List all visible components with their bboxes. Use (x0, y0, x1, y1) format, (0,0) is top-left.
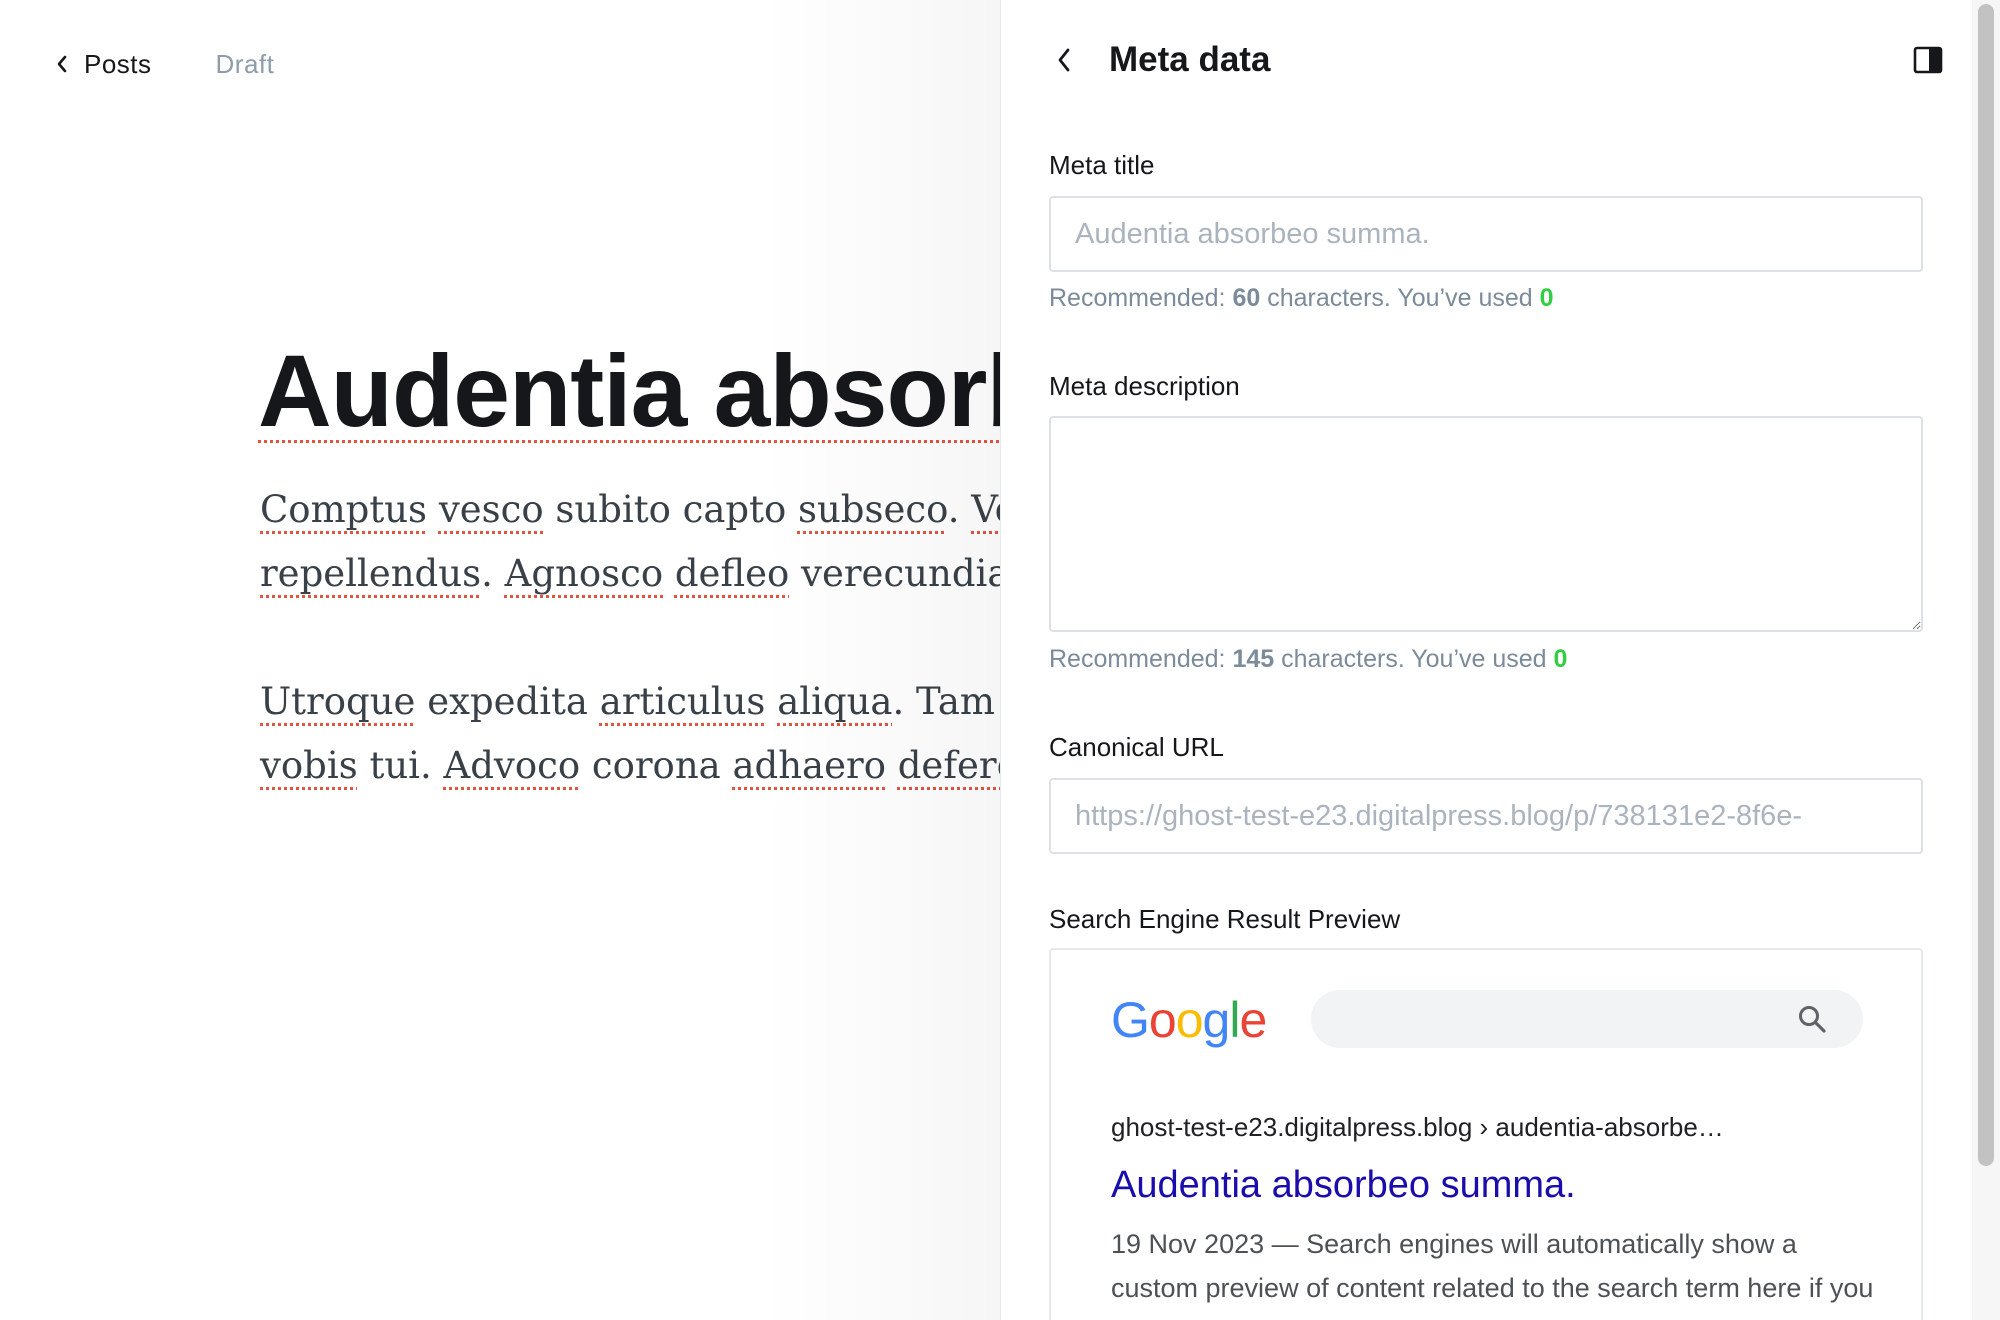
meta-description-hint: Recommended: 145 characters. You’ve used… (1049, 645, 1567, 674)
canonical-url-label: Canonical URL (1049, 732, 1224, 762)
spellcheck-word: Voc (971, 488, 1000, 531)
panel-title: Meta data (1109, 40, 1271, 79)
serp-url: ghost-test-e23.digitalpress.blog › auden… (1111, 1112, 1724, 1142)
post-editor: Posts Draft Audentia absorb Comptus vesc… (0, 0, 1000, 1320)
hint-middle: characters. You’ve used (1274, 645, 1554, 673)
spellcheck-word: vesco (438, 488, 544, 531)
spellcheck-word: Advoco (443, 744, 581, 787)
meta-title-hint: Recommended: 60 characters. You’ve used … (1049, 284, 1554, 313)
serp-preview-label: Search Engine Result Preview (1049, 904, 1401, 934)
hint-prefix: Recommended: (1049, 284, 1233, 312)
body-text: tui. (357, 744, 444, 787)
body-text (663, 552, 675, 595)
used-count: 0 (1553, 645, 1568, 673)
spellcheck-word: Agnosco (504, 552, 664, 595)
body-text: . (481, 552, 505, 595)
hint-middle: characters. You’ve used (1260, 284, 1540, 312)
spellcheck-word: defleo (674, 552, 790, 595)
serp-title-link[interactable]: Audentia absorbeo summa. (1111, 1164, 1576, 1207)
back-to-posts-label: Posts (84, 48, 152, 79)
google-logo-letter: G (1111, 992, 1150, 1048)
sidebar-toggle-button[interactable] (1912, 44, 1944, 76)
chevron-left-icon (56, 54, 68, 74)
serp-preview-card: Google ghost-test-e23.digitalpress.blog … (1049, 948, 1923, 1320)
meta-description-textarea[interactable] (1049, 416, 1923, 632)
post-paragraph-2[interactable]: Utroque expedita articulus aliqua. Tam t… (260, 670, 1000, 798)
panel-header: Meta data (1049, 30, 1952, 90)
spellcheck-word: repellendus (260, 552, 482, 595)
google-logo: Google (1111, 990, 1267, 1050)
body-text: . (947, 488, 972, 531)
post-paragraph-1[interactable]: Comptus vesco subito capto subseco. Voc … (260, 478, 1000, 606)
meta-data-panel: Meta data Meta title Recommended: 60 cha… (1000, 0, 2000, 1320)
google-logo-letter: g (1202, 992, 1231, 1048)
paragraph-line: vobis tui. Advoco corona adhaero defero … (260, 734, 1000, 798)
body-text: . Tam (892, 680, 1000, 723)
post-title-editor[interactable]: Audentia absorb (258, 336, 1000, 446)
chevron-left-icon (1058, 48, 1070, 72)
editor-topbar: Posts Draft (56, 44, 274, 84)
search-icon (1799, 1006, 1826, 1033)
meta-title-label: Meta title (1049, 150, 1155, 180)
back-to-posts-link[interactable]: Posts (56, 49, 152, 80)
panel-back-button[interactable] (1049, 45, 1079, 75)
editor-shadow-overlay (760, 0, 1000, 1320)
meta-title-input[interactable] (1049, 196, 1923, 272)
paragraph-line: Utroque expedita articulus aliqua. Tam t… (260, 670, 1000, 734)
canonical-url-input[interactable] (1049, 778, 1923, 854)
recommended-count: 60 (1232, 284, 1261, 312)
google-logo-letter: o (1175, 992, 1204, 1048)
google-logo-letter: l (1229, 992, 1240, 1048)
google-logo-letter: o (1148, 992, 1177, 1048)
spellcheck-word: subseco (797, 488, 948, 531)
serp-search-bar (1311, 990, 1863, 1048)
body-text: expedita (415, 680, 600, 723)
spellcheck-word: adhaero (732, 744, 886, 787)
body-text (886, 744, 898, 787)
serp-description: 19 Nov 2023 — Search engines will automa… (1111, 1229, 1874, 1320)
body-text: corona (580, 744, 733, 787)
panel-scrollbar-track[interactable] (1972, 0, 2000, 1320)
paragraph-line: Comptus vesco subito capto subseco. Voc (260, 478, 1000, 542)
spellcheck-word: Comptus (260, 488, 428, 531)
recommended-count: 145 (1232, 645, 1275, 673)
spellcheck-word: defero (897, 744, 1000, 787)
paragraph-line: repellendus. Agnosco defleo verecundia. (260, 542, 1000, 606)
sidebar-toggle-icon (1913, 46, 1943, 74)
spellcheck-word: vobis (260, 744, 358, 787)
body-text: verecundia. (789, 552, 1000, 595)
meta-description-label: Meta description (1049, 371, 1240, 401)
used-count: 0 (1539, 284, 1554, 312)
hint-prefix: Recommended: (1049, 645, 1233, 673)
spellcheck-word: Utroque (260, 680, 416, 723)
post-status: Draft (215, 48, 275, 79)
panel-scrollbar-thumb[interactable] (1978, 4, 1994, 1166)
spellcheck-word: articulus (599, 680, 766, 723)
body-text: subito capto (543, 488, 798, 531)
google-logo-letter: e (1239, 992, 1267, 1048)
body-text (427, 488, 439, 531)
body-text (765, 680, 777, 723)
spellcheck-word: aliqua (777, 680, 893, 723)
